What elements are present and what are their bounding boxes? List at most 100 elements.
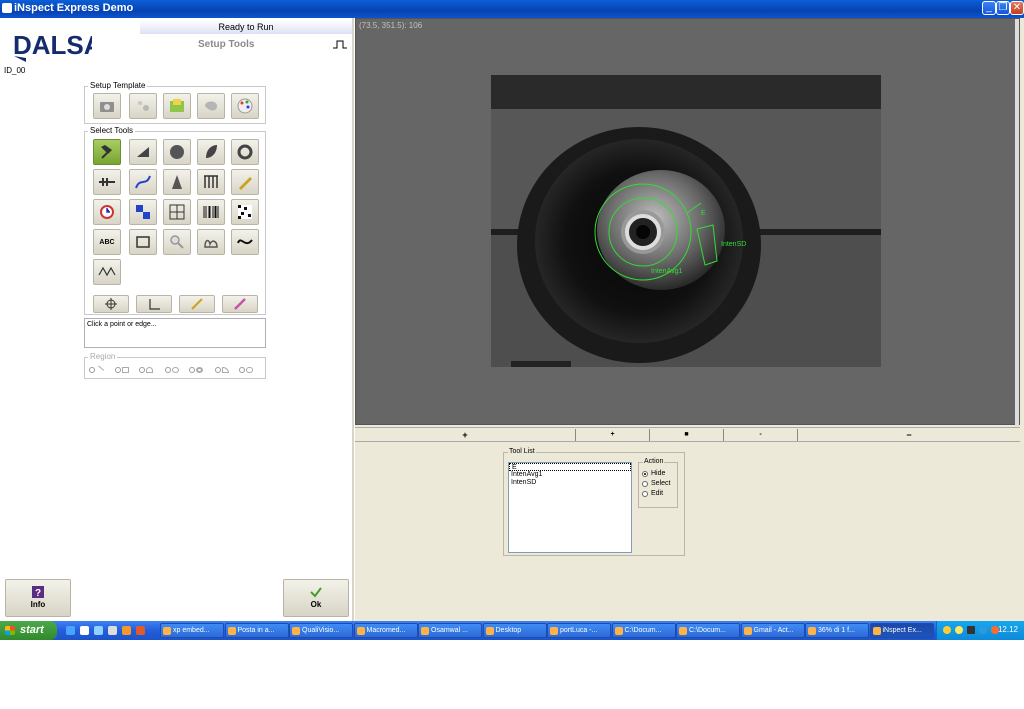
image-panel: (73.5, 351.5): 106 E IntenSD IntenAvg1 +… bbox=[355, 18, 1024, 621]
wave-icon[interactable] bbox=[231, 229, 259, 255]
taskbar-button[interactable]: portLuca -... bbox=[547, 623, 611, 638]
info-button[interactable]: ? Info bbox=[5, 579, 71, 617]
vertical-scrollbar[interactable] bbox=[1015, 19, 1019, 426]
abc-ocr-icon[interactable]: ABC bbox=[93, 229, 121, 255]
ok-button[interactable]: Ok bbox=[283, 579, 349, 617]
taskbar-button[interactable]: C:\Docum... bbox=[611, 623, 676, 638]
action-select-radio[interactable]: Select bbox=[642, 480, 670, 487]
tray-volume-icon[interactable] bbox=[955, 626, 963, 634]
triangle-icon[interactable] bbox=[129, 139, 157, 165]
comb-icon[interactable] bbox=[197, 169, 225, 195]
clock-icon[interactable] bbox=[93, 199, 121, 225]
datamatrix-icon[interactable] bbox=[231, 199, 259, 225]
taskbar-button-label: Macromed... bbox=[366, 627, 406, 634]
sine-icon[interactable] bbox=[93, 259, 121, 285]
tower-icon[interactable] bbox=[163, 169, 191, 195]
taskbar-button[interactable]: QualiVisio... bbox=[289, 623, 353, 638]
film-icon[interactable] bbox=[129, 229, 157, 255]
action-edit-radio[interactable]: Edit bbox=[642, 490, 663, 497]
taskbar-button[interactable]: xp embed... bbox=[160, 623, 224, 638]
camera-icon[interactable] bbox=[93, 93, 121, 119]
folder-icon[interactable] bbox=[163, 93, 191, 119]
explorer-icon[interactable] bbox=[108, 626, 117, 635]
region-circle-option[interactable] bbox=[165, 365, 187, 374]
palette-icon[interactable] bbox=[231, 93, 259, 119]
taskbar-button[interactable]: Osamwal ... bbox=[418, 623, 482, 638]
overlay-e-label: E bbox=[701, 210, 706, 217]
zoom-fit-button[interactable]: ■ bbox=[650, 429, 724, 441]
pulse-icon[interactable] bbox=[333, 40, 347, 49]
action-hide-radio[interactable]: Hide bbox=[642, 470, 665, 477]
zoom-in-button[interactable]: + bbox=[576, 429, 650, 441]
line-pencil-icon[interactable] bbox=[179, 295, 215, 313]
pencil-icon[interactable] bbox=[231, 169, 259, 195]
document-icon[interactable] bbox=[80, 626, 89, 635]
taskbar-button[interactable]: iNspect Ex... bbox=[869, 623, 934, 638]
eraser-pencil-icon[interactable] bbox=[222, 295, 258, 313]
digits-icon[interactable] bbox=[129, 199, 157, 225]
setup-panel: Ready to Run DALSA Setup Tools ID_00 Set… bbox=[0, 18, 354, 621]
taskbar-button[interactable]: Posta in a... bbox=[224, 623, 289, 638]
region-sector-option[interactable] bbox=[215, 365, 237, 374]
task-app-icon bbox=[163, 627, 171, 635]
angle-icon[interactable] bbox=[136, 295, 172, 313]
taskbar-button[interactable]: Gmail - Act... bbox=[740, 623, 805, 638]
region-ring-option[interactable] bbox=[189, 365, 211, 374]
caliper-icon[interactable] bbox=[93, 169, 121, 195]
tray-monitor-icon[interactable] bbox=[979, 626, 987, 634]
leaf-icon[interactable] bbox=[197, 139, 225, 165]
hand-icon[interactable] bbox=[197, 229, 225, 255]
region-arc-option[interactable] bbox=[139, 365, 161, 374]
taskbar: start xp embed... Posta in a... QualiVisio… bbox=[0, 621, 1024, 640]
circle-icon[interactable] bbox=[163, 139, 191, 165]
hint-box: Click a point or edge... bbox=[84, 318, 266, 348]
region-rect-option[interactable] bbox=[115, 365, 137, 374]
minimize-button[interactable]: _ bbox=[982, 1, 996, 15]
zoom-out-large-button[interactable]: − bbox=[798, 429, 1020, 441]
zoom-in-large-button[interactable]: + bbox=[355, 429, 576, 441]
firefox-icon[interactable] bbox=[122, 626, 131, 635]
taskbar-button[interactable]: Macromed... bbox=[353, 623, 418, 638]
close-button[interactable]: ✕ bbox=[1010, 1, 1024, 15]
crosshair-icon[interactable] bbox=[93, 295, 129, 313]
screen: iNspect Express Demo _ ❐ ✕ Ready to Run … bbox=[0, 0, 1024, 709]
browser-icon[interactable] bbox=[136, 626, 145, 635]
setup-template-label: Setup Template bbox=[88, 81, 148, 90]
checkmark-icon bbox=[310, 587, 322, 598]
sparkle-icon[interactable] bbox=[129, 93, 157, 119]
tool-list-label: Tool List bbox=[508, 448, 536, 455]
camera-image[interactable]: E IntenSD IntenAvg1 bbox=[491, 75, 881, 367]
tool-list-group: Tool List E IntenAvg1 IntenSD Action Hid… bbox=[503, 448, 685, 556]
tray-network-icon[interactable] bbox=[943, 626, 951, 634]
task-app-icon bbox=[808, 627, 816, 635]
ie-icon[interactable] bbox=[66, 626, 75, 635]
blob-icon[interactable] bbox=[197, 93, 225, 119]
image-viewport[interactable]: (73.5, 351.5): 106 E IntenSD IntenAvg1 bbox=[355, 18, 1020, 426]
tool-list-item[interactable]: IntenAvg1 bbox=[509, 471, 631, 479]
tool-list[interactable]: E IntenAvg1 IntenSD bbox=[508, 462, 632, 553]
start-button[interactable]: start bbox=[0, 621, 57, 640]
tray-app-icon[interactable] bbox=[967, 626, 975, 634]
ok-label: Ok bbox=[310, 600, 322, 609]
taskbar-button[interactable]: Desktop bbox=[482, 623, 547, 638]
tool-list-item[interactable]: IntenSD bbox=[509, 479, 631, 487]
ring-icon[interactable] bbox=[231, 139, 259, 165]
taskbar-button-label: Posta in a... bbox=[237, 627, 275, 634]
taskbar-button[interactable]: 36% di 1 f... bbox=[805, 623, 869, 638]
region-label: Region bbox=[88, 352, 118, 361]
region-line-option[interactable] bbox=[89, 364, 111, 375]
zoom-out-button[interactable]: - bbox=[724, 429, 798, 441]
desktop-icon[interactable] bbox=[94, 626, 103, 635]
barcode-icon[interactable] bbox=[197, 199, 225, 225]
dalsa-logo: DALSA bbox=[13, 30, 92, 62]
logo-text: DALSA bbox=[13, 30, 92, 60]
title-bar[interactable]: iNspect Express Demo _ ❐ ✕ bbox=[0, 0, 1024, 18]
hammer-icon[interactable] bbox=[93, 139, 121, 165]
region-freeform-option[interactable] bbox=[239, 365, 261, 374]
curve-icon[interactable] bbox=[129, 169, 157, 195]
tool-list-item[interactable]: E bbox=[509, 463, 631, 471]
magnifier-icon[interactable] bbox=[163, 229, 191, 255]
taskbar-button[interactable]: C:\Docum... bbox=[676, 623, 740, 638]
grid-icon[interactable] bbox=[163, 199, 191, 225]
maximize-button[interactable]: ❐ bbox=[996, 1, 1010, 15]
